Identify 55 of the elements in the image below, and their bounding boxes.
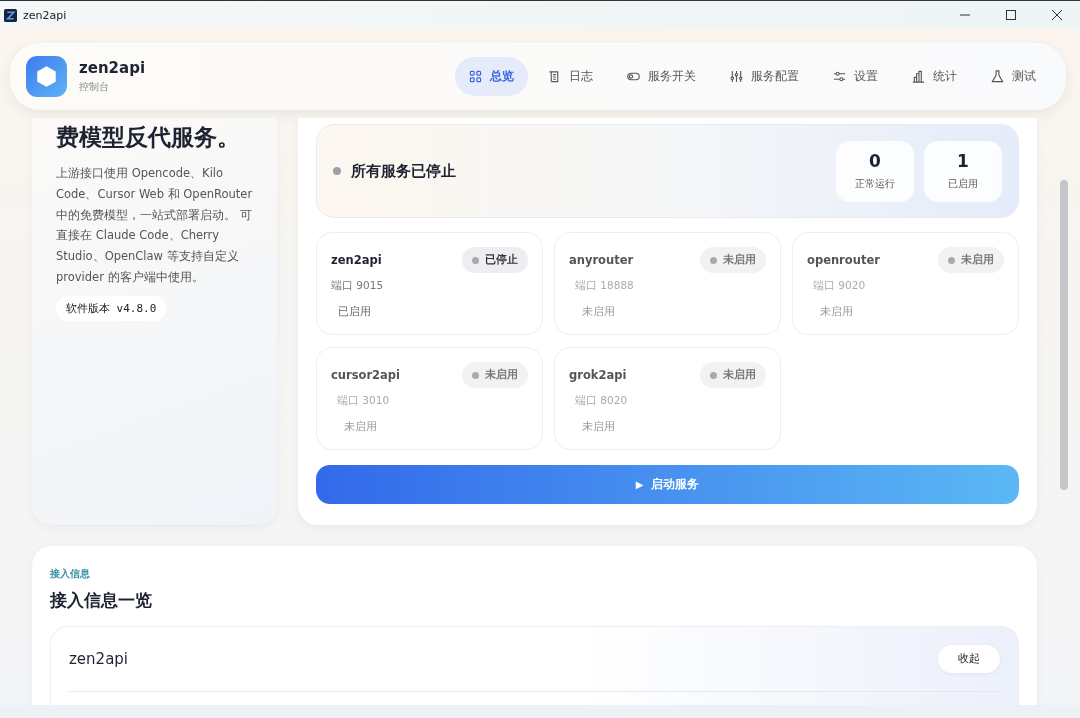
section-eyebrow: 接入信息 bbox=[50, 568, 91, 581]
brand-name: zen2api bbox=[79, 59, 146, 77]
service-name: zen2api bbox=[331, 253, 382, 267]
status-badge: 已停止 bbox=[462, 247, 528, 273]
service-port: 端口 3010 bbox=[337, 394, 391, 408]
service-name: grok2api bbox=[569, 368, 627, 382]
version-chip: 软件版本 v4.8.0 bbox=[56, 295, 167, 321]
service-state: 未启用 bbox=[820, 305, 854, 319]
nav-tab[interactable]: 设置 bbox=[819, 57, 892, 96]
status-dot-icon bbox=[333, 167, 341, 175]
nav-tab[interactable]: 服务配置 bbox=[716, 57, 813, 96]
stat-label: 正常运行 bbox=[855, 177, 895, 191]
service-port: 端口 8020 bbox=[575, 394, 629, 408]
headline: 费模型反代服务。 bbox=[56, 123, 240, 152]
service-port: 端口 9015 bbox=[331, 279, 385, 293]
stat-value: 1 bbox=[957, 151, 969, 171]
collapse-button[interactable]: 收起 bbox=[938, 645, 1000, 673]
flask-icon bbox=[991, 70, 1004, 83]
service-state: 已启用 bbox=[338, 305, 372, 319]
service-name: anyrouter bbox=[569, 253, 634, 267]
nav-tab[interactable]: 总览 bbox=[455, 57, 528, 96]
service-port: 端口 9020 bbox=[813, 279, 867, 293]
document-icon bbox=[548, 70, 561, 83]
maximize-icon[interactable] bbox=[1006, 10, 1016, 20]
service-state: 未启用 bbox=[582, 420, 616, 434]
status-text: 所有服务已停止 bbox=[351, 161, 456, 181]
status-badge: 未启用 bbox=[700, 362, 766, 388]
stat-value: 0 bbox=[869, 151, 881, 171]
service-port: 端口 18888 bbox=[575, 279, 635, 293]
nav-tab[interactable]: 统计 bbox=[898, 57, 971, 96]
app-logo-icon bbox=[4, 8, 17, 22]
nav-tab[interactable]: 测试 bbox=[977, 57, 1050, 96]
hexagon-logo-icon bbox=[26, 56, 67, 97]
status-badge: 未启用 bbox=[462, 362, 528, 388]
service-state: 未启用 bbox=[344, 420, 378, 434]
service-name: cursor2api bbox=[331, 368, 401, 382]
stat-label: 已启用 bbox=[948, 177, 978, 191]
section-title: 接入信息一览 bbox=[50, 589, 153, 612]
service-name: openrouter bbox=[807, 253, 880, 267]
bar-chart-icon bbox=[912, 70, 925, 83]
sliders-icon bbox=[730, 70, 743, 83]
nav-tab[interactable]: 服务开关 bbox=[613, 57, 710, 96]
nav-tab[interactable]: 日志 bbox=[534, 57, 607, 96]
entry-name: zen2api bbox=[69, 650, 129, 668]
description: 上游接口使用 Opencode、Kilo Code、Cursor Web 和 OpenRouter 中的免费模型，一站式部署启动。 可直接在 Claude Code、Cherry Studio、OpenClaw 等支持自定义 provider 的客户端中使用。 bbox=[56, 165, 254, 286]
window-title: zen2api bbox=[23, 8, 67, 22]
scrollbar-thumb[interactable] bbox=[1060, 180, 1068, 490]
status-badge: 未启用 bbox=[938, 247, 1004, 273]
close-icon[interactable] bbox=[1052, 10, 1062, 20]
settings-icon bbox=[833, 70, 846, 83]
brand-subtitle: 控制台 bbox=[79, 80, 110, 94]
grid-icon bbox=[469, 70, 482, 83]
status-badge: 未启用 bbox=[700, 247, 766, 273]
service-state: 未启用 bbox=[582, 305, 616, 319]
toggle-icon bbox=[627, 70, 640, 83]
